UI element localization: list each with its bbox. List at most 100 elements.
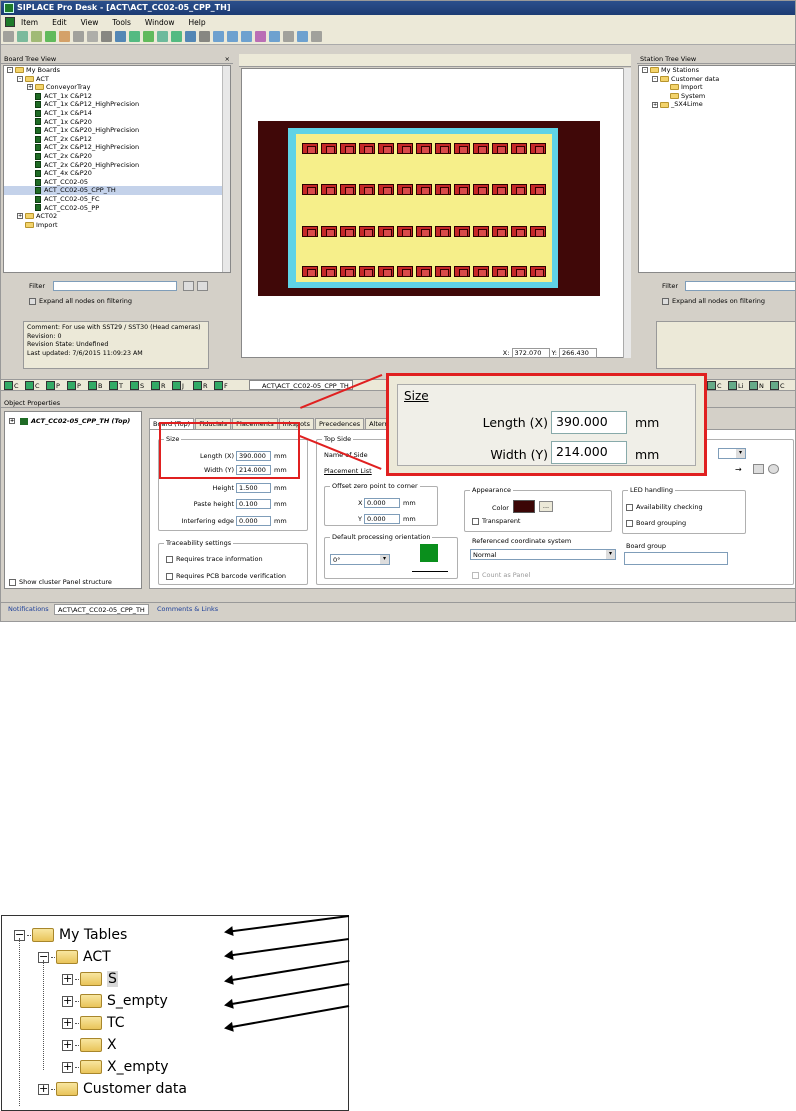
document-tab[interactable]: ACT\ACT_CC02-05_CPP_TH [249, 380, 353, 390]
tables-tree-item[interactable]: + X_empty [62, 1058, 169, 1076]
toolbar-button-icon[interactable] [157, 31, 168, 42]
menu-item[interactable]: View [81, 18, 99, 27]
name-of-side-dropdown[interactable]: ▾ [718, 448, 746, 459]
toolbar-button-icon[interactable] [115, 31, 126, 42]
toolbar-button-icon[interactable] [199, 31, 210, 42]
edit-icon[interactable] [753, 464, 764, 474]
toolbar-button-icon[interactable] [283, 31, 294, 42]
show-cluster-checkbox[interactable]: Show cluster Panel structure [9, 578, 112, 586]
expand-icon[interactable]: - [17, 75, 23, 82]
component-icon[interactable] [378, 266, 394, 277]
tree-item[interactable]: - ACT [4, 75, 230, 84]
component-icon[interactable] [416, 143, 432, 154]
arrow-right-icon[interactable]: → [735, 465, 742, 474]
component-icon[interactable] [530, 184, 546, 195]
tree-item[interactable]: ACT_2x C&P12_HighPrecision [4, 143, 230, 152]
height-input[interactable]: 1.500 [236, 483, 271, 493]
component-icon[interactable] [492, 226, 508, 237]
tree-item[interactable]: ACT_2x C&P12 [4, 135, 230, 144]
component-icon[interactable] [359, 143, 375, 154]
component-icon[interactable] [511, 184, 527, 195]
component-icon[interactable] [454, 266, 470, 277]
view-tab[interactable]: J [172, 381, 184, 390]
component-icon[interactable] [454, 184, 470, 195]
filter-clear-icon[interactable] [197, 281, 208, 291]
component-icon[interactable] [359, 226, 375, 237]
count-as-panel-checkbox[interactable]: Count as Panel [472, 571, 530, 579]
zoom-width-input[interactable]: 214.000 [551, 441, 627, 464]
expand-icon[interactable]: - [652, 75, 658, 82]
component-icon[interactable] [359, 184, 375, 195]
offset-y-input[interactable]: 0.000 [364, 514, 400, 524]
component-icon[interactable] [321, 226, 337, 237]
component-icon[interactable] [378, 143, 394, 154]
component-icon[interactable] [492, 143, 508, 154]
view-tab[interactable]: T [109, 381, 123, 390]
board-grouping-checkbox[interactable]: Board grouping [626, 519, 686, 527]
tree-item[interactable]: System [639, 92, 795, 101]
expand-all-checkbox[interactable]: Expand all nodes on filtering [29, 297, 132, 305]
toolbar-button-icon[interactable] [31, 31, 42, 42]
component-icon[interactable] [340, 266, 356, 277]
component-icon[interactable] [321, 266, 337, 277]
toolbar-button-icon[interactable] [269, 31, 280, 42]
toolbar-button-icon[interactable] [101, 31, 112, 42]
component-icon[interactable] [492, 266, 508, 277]
offset-x-input[interactable]: 0.000 [364, 498, 400, 508]
component-icon[interactable] [321, 184, 337, 195]
station-filter-input[interactable] [685, 281, 795, 291]
tables-tree-item[interactable]: + Customer data [38, 1080, 187, 1098]
toolbar-button-icon[interactable] [87, 31, 98, 42]
view-tab[interactable]: C [4, 381, 19, 390]
color-picker-button[interactable]: ... [539, 501, 553, 512]
toolbar-button-icon[interactable] [297, 31, 308, 42]
toolbar-button-icon[interactable] [255, 31, 266, 42]
view-tab[interactable]: F [214, 381, 228, 390]
component-icon[interactable] [511, 226, 527, 237]
component-icon[interactable] [359, 266, 375, 277]
color-swatch[interactable] [513, 500, 535, 513]
document-status-tab[interactable]: ACT\ACT_CC02-05_CPP_TH [54, 604, 149, 615]
tables-tree-item[interactable]: + S_empty [62, 992, 168, 1010]
view-tab[interactable]: C [707, 381, 722, 390]
menu-item[interactable]: Tools [112, 18, 130, 27]
component-icon[interactable] [435, 184, 451, 195]
component-icon[interactable] [397, 184, 413, 195]
tree-item[interactable]: + _SX4Lime [639, 100, 795, 109]
toolbar-button-icon[interactable] [143, 31, 154, 42]
view-tab[interactable]: R [151, 381, 166, 390]
toolbar-button-icon[interactable] [213, 31, 224, 42]
expand-icon[interactable]: + [38, 1083, 49, 1095]
toolbar-button-icon[interactable] [171, 31, 182, 42]
tree-item[interactable]: ACT_2x C&P20 [4, 152, 230, 161]
expand-icon[interactable]: + [62, 1039, 73, 1051]
expand-icon[interactable]: + [62, 1017, 73, 1029]
menu-item[interactable]: Edit [52, 18, 67, 27]
expand-icon[interactable]: + [27, 84, 33, 91]
tree-item[interactable]: + ConveyorTray [4, 83, 230, 92]
object-tree-item[interactable]: ACT_CC02-05_CPP_TH (Top) [31, 417, 130, 425]
component-icon[interactable] [473, 266, 489, 277]
expand-icon[interactable]: - [7, 67, 13, 74]
tree-item[interactable]: ACT_1x C&P20 [4, 118, 230, 127]
toolbar-button-icon[interactable] [3, 31, 14, 42]
interfering-edge-input[interactable]: 0.000 [236, 516, 271, 526]
component-icon[interactable] [302, 143, 318, 154]
component-icon[interactable] [435, 143, 451, 154]
toolbar-button-icon[interactable] [311, 31, 322, 42]
component-icon[interactable] [397, 266, 413, 277]
component-icon[interactable] [473, 143, 489, 154]
board-canvas[interactable]: X: 372.070 Y: 266.430 [241, 68, 624, 358]
component-icon[interactable] [435, 226, 451, 237]
component-icon[interactable] [302, 226, 318, 237]
trace-info-checkbox[interactable]: Requires trace information [166, 555, 263, 563]
menu-item[interactable]: Item [21, 18, 38, 27]
toolbar-button-icon[interactable] [241, 31, 252, 42]
availability-checkbox[interactable]: Availability checking [626, 503, 703, 511]
tree-item[interactable]: Import [4, 221, 230, 230]
component-icon[interactable] [454, 143, 470, 154]
tree-item[interactable]: ACT_CC02-05 [4, 178, 230, 187]
component-icon[interactable] [473, 226, 489, 237]
board-filter-input[interactable] [53, 281, 177, 291]
toolbar-button-icon[interactable] [17, 31, 28, 42]
